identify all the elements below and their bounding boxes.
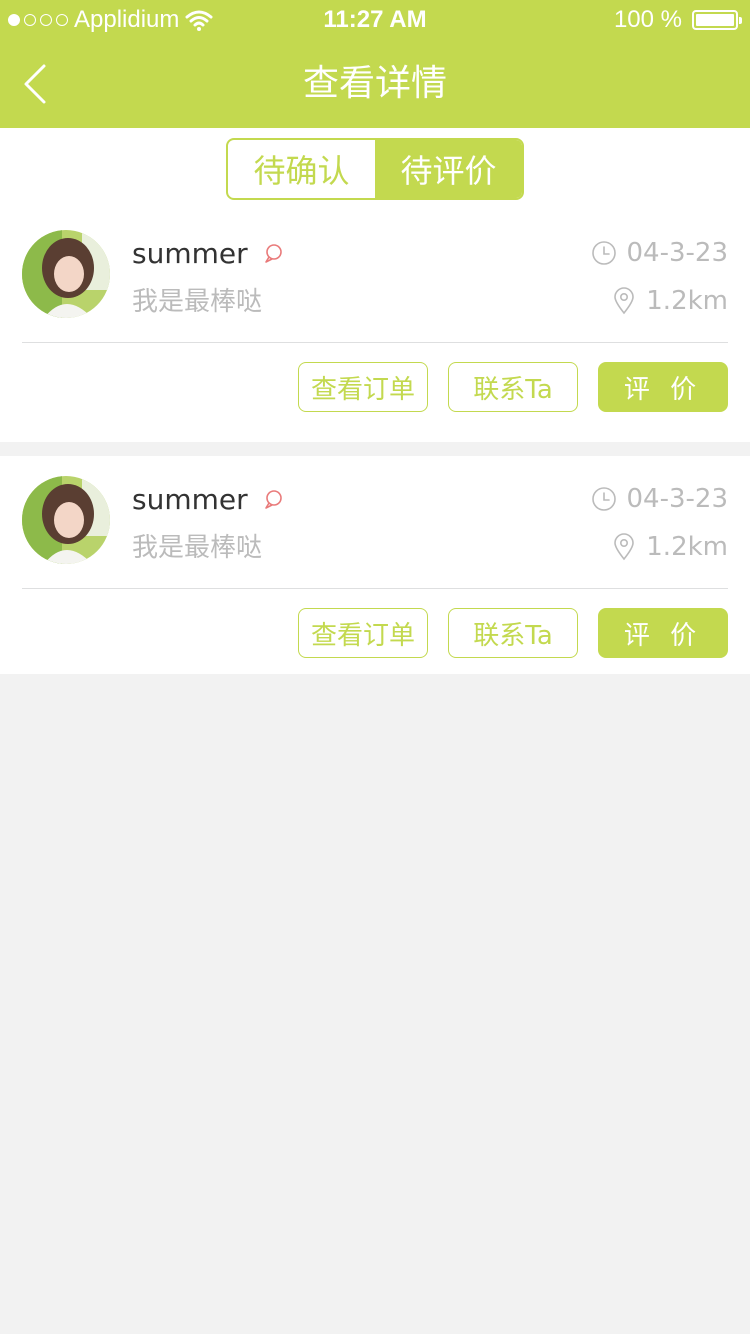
chat-bubble-icon[interactable] [262,242,284,264]
rate-button[interactable]: 评 价 [598,362,728,412]
segmented-control: 待确认 待评价 [226,138,524,200]
header: Applidium 11:27 AM 100 % 查看详情 [0,0,750,128]
battery-percent: 100 % [613,6,682,33]
contact-button[interactable]: 联系Ta [448,362,578,412]
tabs-bar: 待确认 待评价 [0,128,750,210]
view-order-button[interactable]: 查看订单 [298,362,428,412]
avatar[interactable] [22,230,110,318]
tab-pending-review[interactable]: 待评价 [375,140,522,198]
status-bar: Applidium 11:27 AM 100 % [0,0,750,40]
location-pin-icon [614,287,635,315]
order-distance: 1.2km [612,532,728,562]
avatar[interactable] [22,476,110,564]
view-order-button[interactable]: 查看订单 [298,608,428,658]
distance-value: 1.2km [646,286,728,316]
clock-icon [591,241,616,265]
user-name: summer [132,483,248,516]
status-right: 100 % [613,6,742,34]
rate-button[interactable]: 评 价 [598,608,728,658]
contact-button[interactable]: 联系Ta [448,608,578,658]
user-name: summer [132,237,248,270]
avatar-photo [22,230,110,318]
divider [22,588,728,589]
order-time: 04-3-23 [591,484,728,514]
battery-icon [692,10,742,30]
user-message: 我是最棒哒 [132,533,263,563]
order-date: 04-3-23 [626,484,728,514]
order-distance: 1.2km [612,286,728,316]
tab-pending-confirm[interactable]: 待确认 [228,140,375,198]
battery-level [696,14,734,26]
divider [22,342,728,343]
user-message: 我是最棒哒 [132,287,263,317]
distance-value: 1.2km [646,532,728,562]
chat-bubble-icon[interactable] [262,488,284,510]
avatar-photo [22,476,110,564]
order-card: summer 我是最棒哒 04-3-23 1.2km 查看订单 联系Ta 评 价 [0,210,750,442]
order-card: summer 我是最棒哒 04-3-23 1.2km 查看订单 联系Ta 评 价 [0,456,750,674]
order-date: 04-3-23 [626,238,728,268]
navbar: 查看详情 [0,40,750,128]
location-pin-icon [614,533,635,561]
clock-icon [591,487,616,511]
order-time: 04-3-23 [591,238,728,268]
page-title: 查看详情 [302,63,447,104]
